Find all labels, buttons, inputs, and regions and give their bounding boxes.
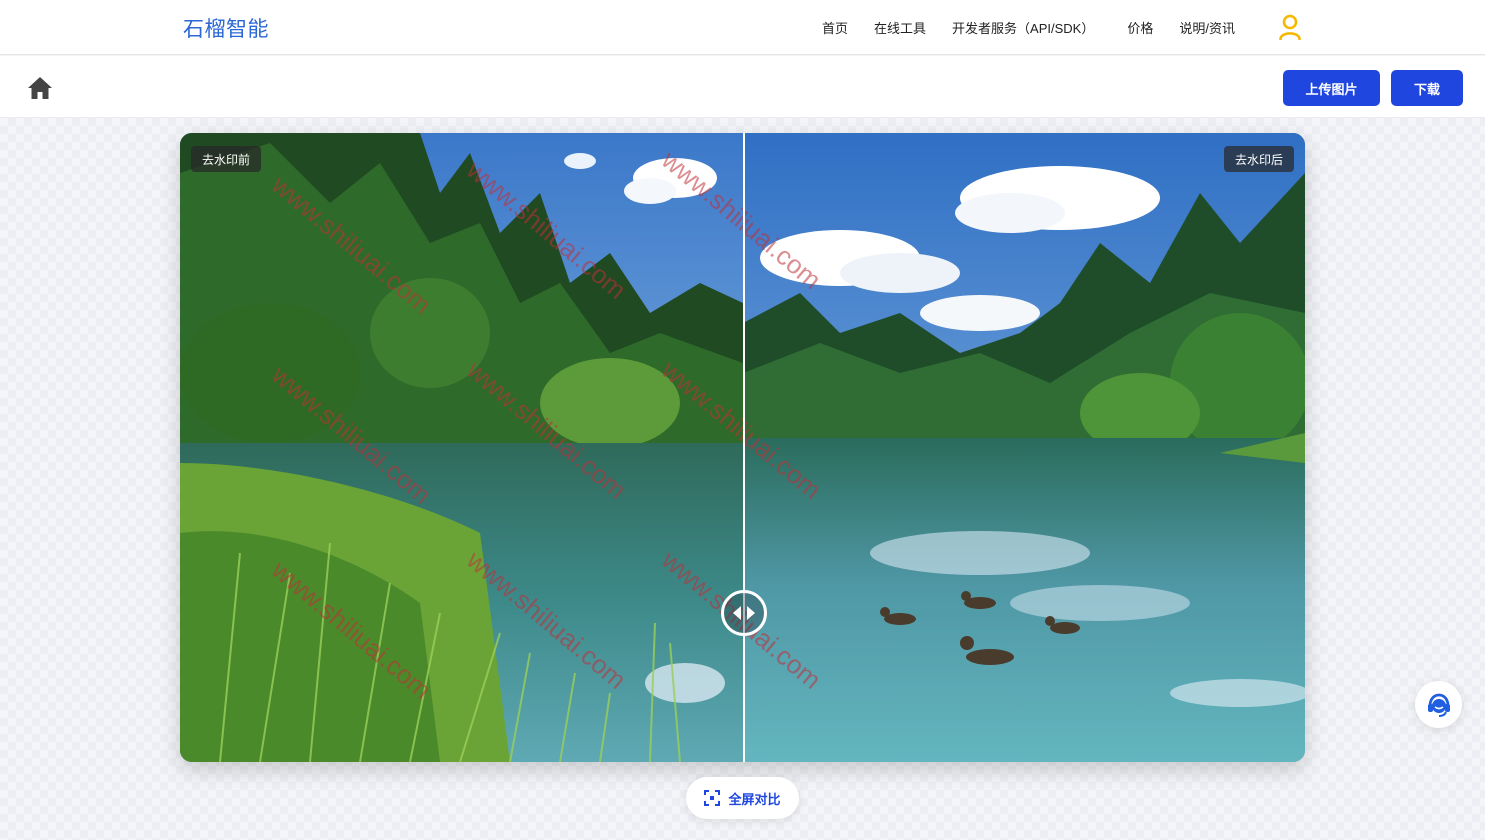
brand-logo[interactable]: 石榴智能 [183, 13, 269, 43]
after-image [743, 133, 1305, 762]
user-icon[interactable] [1278, 14, 1302, 40]
upload-image-button[interactable]: 上传图片 [1283, 70, 1380, 106]
comparison-viewer[interactable]: www.shiliuai.com www.shiliuai.com www.sh… [180, 133, 1305, 762]
headset-icon [1427, 693, 1450, 717]
nav-links: 首页 在线工具 开发者服务（API/SDK） 价格 说明/资讯 [822, 18, 1261, 37]
home-icon[interactable] [27, 76, 53, 100]
left-right-arrows-icon [733, 606, 755, 620]
download-button[interactable]: 下载 [1391, 70, 1463, 106]
fullscreen-icon [704, 790, 721, 806]
comparison-divider[interactable] [743, 133, 745, 762]
top-navigation: 石榴智能 首页 在线工具 开发者服务（API/SDK） 价格 说明/资讯 [0, 0, 1485, 55]
before-label: 去水印前 [191, 146, 262, 172]
customer-support-button[interactable] [1415, 681, 1462, 728]
before-image [180, 133, 743, 762]
nav-pricing[interactable]: 价格 [1127, 18, 1153, 37]
toolbar: 上传图片 下载 [0, 56, 1485, 118]
compare-slider-handle[interactable] [721, 590, 767, 636]
nav-home[interactable]: 首页 [822, 18, 848, 37]
nav-developer-services[interactable]: 开发者服务（API/SDK） [952, 18, 1094, 37]
after-label: 去水印后 [1223, 146, 1294, 172]
nav-docs-news[interactable]: 说明/资讯 [1179, 18, 1235, 37]
nav-online-tools[interactable]: 在线工具 [874, 18, 926, 37]
fullscreen-compare-button[interactable]: 全屏对比 [686, 777, 799, 819]
fullscreen-compare-label: 全屏对比 [728, 791, 781, 807]
